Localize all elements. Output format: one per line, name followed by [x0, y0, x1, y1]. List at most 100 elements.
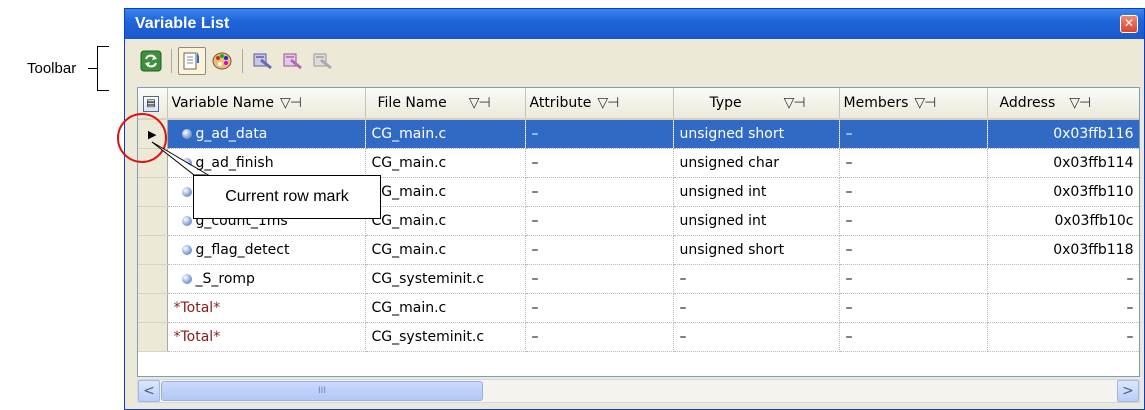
- table-row[interactable]: g_ad_finish CG_main.c – unsigned char –0x03f…: [138, 148, 1139, 178]
- cell-members[interactable]: –: [839, 119, 988, 149]
- variable-icon: [181, 215, 192, 226]
- watch-icon: [183, 52, 199, 70]
- column-label: File Name: [377, 95, 447, 111]
- cell-file-name[interactable]: CG_main.c: [365, 177, 526, 207]
- tool-c-button[interactable]: [309, 47, 337, 75]
- horizontal-scrollbar[interactable]: < III >: [137, 379, 1140, 403]
- color-button[interactable]: [208, 47, 236, 75]
- toolbar-separator: [242, 49, 243, 73]
- toolbar-annotation-bracket: [97, 46, 109, 91]
- cell-address[interactable]: 0x03ffb118: [987, 235, 1139, 265]
- variable-table: ▤ Variable Name ▽⊣ File Name ▽⊣ Attribute ▽…: [138, 88, 1139, 352]
- cell-attribute[interactable]: –: [525, 322, 674, 352]
- cell-attribute[interactable]: –: [525, 119, 674, 149]
- cell-type[interactable]: –: [673, 264, 840, 294]
- watch-button[interactable]: [178, 47, 206, 75]
- refresh-icon: [140, 50, 162, 72]
- color-palette-icon: [212, 52, 232, 70]
- variable-icon: [181, 273, 192, 284]
- cell-variable-name[interactable]: *Total*: [167, 322, 366, 352]
- row-header[interactable]: [138, 293, 168, 323]
- scroll-right-button[interactable]: >: [1117, 380, 1139, 402]
- cell-address[interactable]: –: [987, 322, 1139, 352]
- variable-name-text: g_flag_detect: [195, 241, 290, 258]
- table-row[interactable]: _S_romp CG_systeminit.c – – – –: [138, 264, 1139, 294]
- cell-address[interactable]: –: [987, 264, 1139, 294]
- column-label: Members: [843, 95, 909, 111]
- cell-type[interactable]: unsigned short: [673, 235, 840, 265]
- column-header-file-name[interactable]: File Name ▽⊣: [365, 88, 526, 120]
- toolbar-separator: [171, 49, 172, 73]
- table-row[interactable]: g_flag_detect CG_main.c – unsigned short –0x…: [138, 235, 1139, 265]
- tool-b-button[interactable]: [279, 47, 307, 75]
- cell-file-name[interactable]: CG_main.c: [365, 293, 526, 323]
- cell-address[interactable]: 0x03ffb110: [987, 177, 1139, 207]
- column-header-members[interactable]: Members ▽⊣: [839, 88, 988, 120]
- filter-icon[interactable]: ▽⊣: [784, 95, 806, 111]
- cell-file-name[interactable]: CG_main.c: [365, 206, 526, 236]
- table-row[interactable]: *Total* CG_systeminit.c – – – –: [138, 322, 1139, 352]
- column-header-attribute[interactable]: Attribute ▽⊣: [525, 88, 674, 120]
- cell-members[interactable]: –: [839, 235, 988, 265]
- cell-members[interactable]: –: [839, 322, 988, 352]
- cell-attribute[interactable]: –: [525, 177, 674, 207]
- cell-members[interactable]: –: [839, 148, 988, 178]
- toolbar-annotation-label: Toolbar: [27, 60, 77, 77]
- column-header-address[interactable]: Address ▽⊣: [987, 88, 1139, 120]
- column-header-type[interactable]: Type ▽⊣: [673, 88, 840, 120]
- row-header[interactable]: [138, 235, 168, 265]
- scroll-left-button[interactable]: <: [138, 380, 160, 402]
- cell-attribute[interactable]: –: [525, 264, 674, 294]
- cell-members[interactable]: –: [839, 206, 988, 236]
- cell-type[interactable]: unsigned int: [673, 206, 840, 236]
- filter-icon[interactable]: ▽⊣: [280, 95, 302, 111]
- cell-type[interactable]: unsigned short: [673, 119, 840, 149]
- cell-members[interactable]: –: [839, 293, 988, 323]
- column-label: Attribute: [529, 95, 592, 111]
- cell-attribute[interactable]: –: [525, 235, 674, 265]
- close-button[interactable]: ✕: [1120, 15, 1138, 33]
- table-row[interactable]: *Total* CG_main.c – – – –: [138, 293, 1139, 323]
- cell-file-name[interactable]: CG_main.c: [365, 148, 526, 178]
- cell-file-name[interactable]: CG_systeminit.c: [365, 264, 526, 294]
- cell-members[interactable]: –: [839, 264, 988, 294]
- window-title: Variable List: [135, 15, 230, 32]
- column-header-variable-name[interactable]: Variable Name ▽⊣: [167, 88, 366, 120]
- title-bar[interactable]: Variable List ✕: [125, 9, 1144, 39]
- tool-a-icon: [253, 53, 272, 70]
- grid-corner-icon: ▤: [143, 96, 159, 112]
- row-header[interactable]: [138, 264, 168, 294]
- cell-type[interactable]: –: [673, 293, 840, 323]
- cell-attribute[interactable]: –: [525, 148, 674, 178]
- cell-file-name[interactable]: CG_main.c: [365, 235, 526, 265]
- cell-variable-name[interactable]: _S_romp: [167, 264, 366, 294]
- cell-address[interactable]: –: [987, 293, 1139, 323]
- cell-address[interactable]: 0x03ffb114: [987, 148, 1139, 178]
- filter-icon[interactable]: ▽⊣: [597, 95, 619, 111]
- cell-type[interactable]: unsigned char: [673, 148, 840, 178]
- cell-attribute[interactable]: –: [525, 206, 674, 236]
- variable-name-text: _S_romp: [195, 270, 255, 287]
- cell-address[interactable]: 0x03ffb10c: [987, 206, 1139, 236]
- row-header[interactable]: [138, 206, 168, 236]
- row-header[interactable]: [138, 322, 168, 352]
- tool-a-button[interactable]: [249, 47, 277, 75]
- refresh-button[interactable]: [137, 47, 165, 75]
- filter-icon[interactable]: ▽⊣: [1069, 95, 1091, 111]
- filter-icon[interactable]: ▽⊣: [914, 95, 936, 111]
- cell-address[interactable]: 0x03ffb116: [987, 119, 1139, 149]
- scroll-thumb[interactable]: III: [161, 381, 483, 401]
- cell-variable-name[interactable]: *Total*: [167, 293, 366, 323]
- table-row[interactable]: ▶ g_ad_data CG_main.c – unsigned short –0x03f…: [138, 119, 1139, 149]
- tool-b-icon: [283, 53, 302, 70]
- cell-file-name[interactable]: CG_main.c: [365, 119, 526, 149]
- filter-icon[interactable]: ▽⊣: [469, 95, 491, 111]
- cell-file-name[interactable]: CG_systeminit.c: [365, 322, 526, 352]
- cell-variable-name[interactable]: g_flag_detect: [167, 235, 366, 265]
- cell-attribute[interactable]: –: [525, 293, 674, 323]
- cell-type[interactable]: unsigned int: [673, 177, 840, 207]
- cell-members[interactable]: –: [839, 177, 988, 207]
- current-row-mark-callout: Current row mark: [193, 175, 381, 219]
- cell-type[interactable]: –: [673, 322, 840, 352]
- column-label: Address: [999, 95, 1056, 111]
